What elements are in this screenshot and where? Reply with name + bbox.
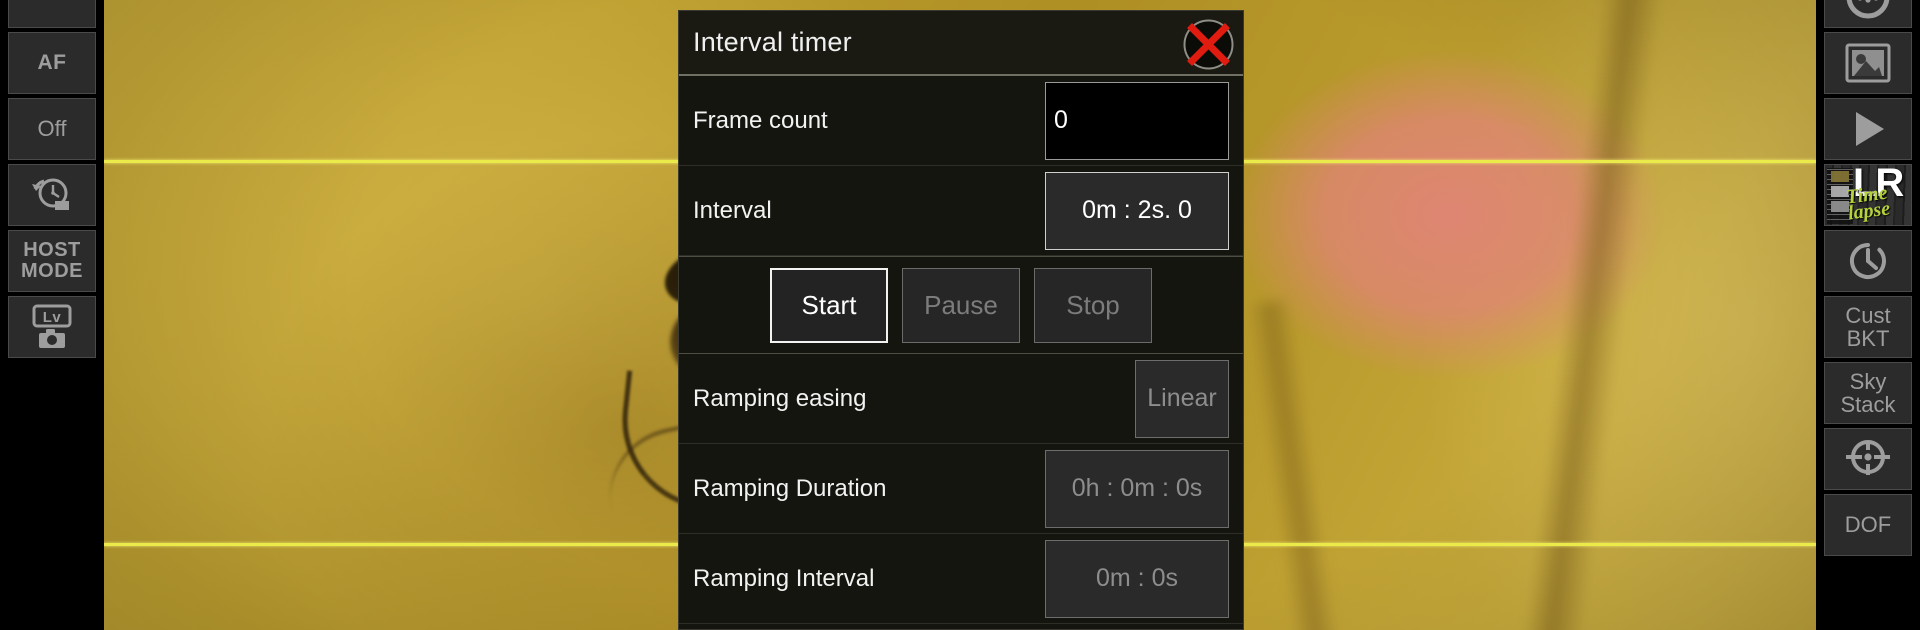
live-view-button[interactable]: Lv (8, 296, 96, 358)
dialog-body: Frame count 0 Interval 0m : 2s. 0 Start … (679, 76, 1243, 624)
live-view-camera-icon: Lv (29, 303, 75, 351)
row-interval: Interval 0m : 2s. 0 (679, 166, 1243, 256)
frame-count-label: Frame count (693, 106, 828, 134)
row-frame-count: Frame count 0 (679, 76, 1243, 166)
timer-controls: Start Pause Stop (679, 256, 1243, 354)
host-mode-label: HOST MODE (21, 239, 83, 282)
camera-app-screen: AF Off HOST MODE Lv LR Time lapse Cust B… (0, 0, 1920, 630)
dialog-title: Interval timer (693, 27, 852, 57)
focus-target-icon (1844, 437, 1892, 481)
ramping-duration-button[interactable]: 0h : 0m : 0s (1045, 449, 1229, 528)
interval-timer-button[interactable] (8, 164, 96, 226)
aperture-button[interactable] (1824, 0, 1912, 28)
self-timer-button[interactable] (1824, 230, 1912, 292)
image-icon (1845, 43, 1891, 83)
autofocus-button[interactable]: AF (8, 32, 96, 94)
stopwatch-icon (1845, 238, 1891, 284)
row-ramping-duration: Ramping Duration 0h : 0m : 0s (679, 444, 1243, 534)
start-button[interactable]: Start (770, 267, 888, 343)
ramping-easing-button[interactable]: Linear (1135, 359, 1229, 438)
svg-text:Lv: Lv (43, 309, 62, 326)
play-icon (1846, 107, 1890, 151)
host-mode-button[interactable]: HOST MODE (8, 230, 96, 292)
dialog-title-bar: Interval timer (679, 11, 1243, 76)
ramping-interval-label: Ramping Interval (693, 564, 875, 592)
interval-timer-dialog: Interval timer Frame count 0 Interval 0m (678, 10, 1244, 630)
left-toolbar: AF Off HOST MODE Lv (0, 0, 104, 630)
close-button[interactable] (1182, 18, 1235, 71)
flash-off-button[interactable]: Off (8, 98, 96, 160)
custom-bracket-label: Cust BKT (1845, 302, 1891, 351)
right-toolbar: LR Time lapse Cust BKT Sky Stack DOF (1816, 0, 1920, 630)
focus-target-button[interactable] (1824, 428, 1912, 490)
row-ramping-interval: Ramping Interval 0m : 0s (679, 534, 1243, 624)
sky-stack-label: Sky Stack (1840, 368, 1896, 417)
ramping-interval-button[interactable]: 0m : 0s (1045, 539, 1229, 618)
interval-label: Interval (693, 196, 772, 224)
partial-top-button[interactable] (8, 0, 96, 28)
close-x-icon (1182, 19, 1235, 75)
sky-stack-button[interactable]: Sky Stack (1824, 362, 1912, 424)
aperture-icon (1844, 0, 1892, 21)
row-ramping-easing: Ramping easing Linear (679, 354, 1243, 444)
interval-value-button[interactable]: 0m : 2s. 0 (1045, 171, 1229, 250)
clock-timer-icon (30, 173, 74, 217)
timelapse-logo-text: Time lapse (1844, 181, 1892, 225)
pause-button[interactable]: Pause (902, 267, 1020, 343)
flash-off-label: Off (37, 116, 67, 142)
depth-of-field-button[interactable]: DOF (1824, 494, 1912, 556)
ramping-easing-label: Ramping easing (693, 384, 867, 412)
stop-button[interactable]: Stop (1034, 267, 1152, 343)
gallery-button[interactable] (1824, 32, 1912, 94)
autofocus-label: AF (37, 50, 67, 74)
play-button[interactable] (1824, 98, 1912, 160)
lr-timelapse-button[interactable]: LR Time lapse (1824, 164, 1912, 226)
depth-of-field-label: DOF (1844, 512, 1892, 538)
ramping-duration-label: Ramping Duration (693, 474, 887, 502)
custom-bracket-button[interactable]: Cust BKT (1824, 296, 1912, 358)
frame-count-input[interactable]: 0 (1045, 81, 1229, 160)
